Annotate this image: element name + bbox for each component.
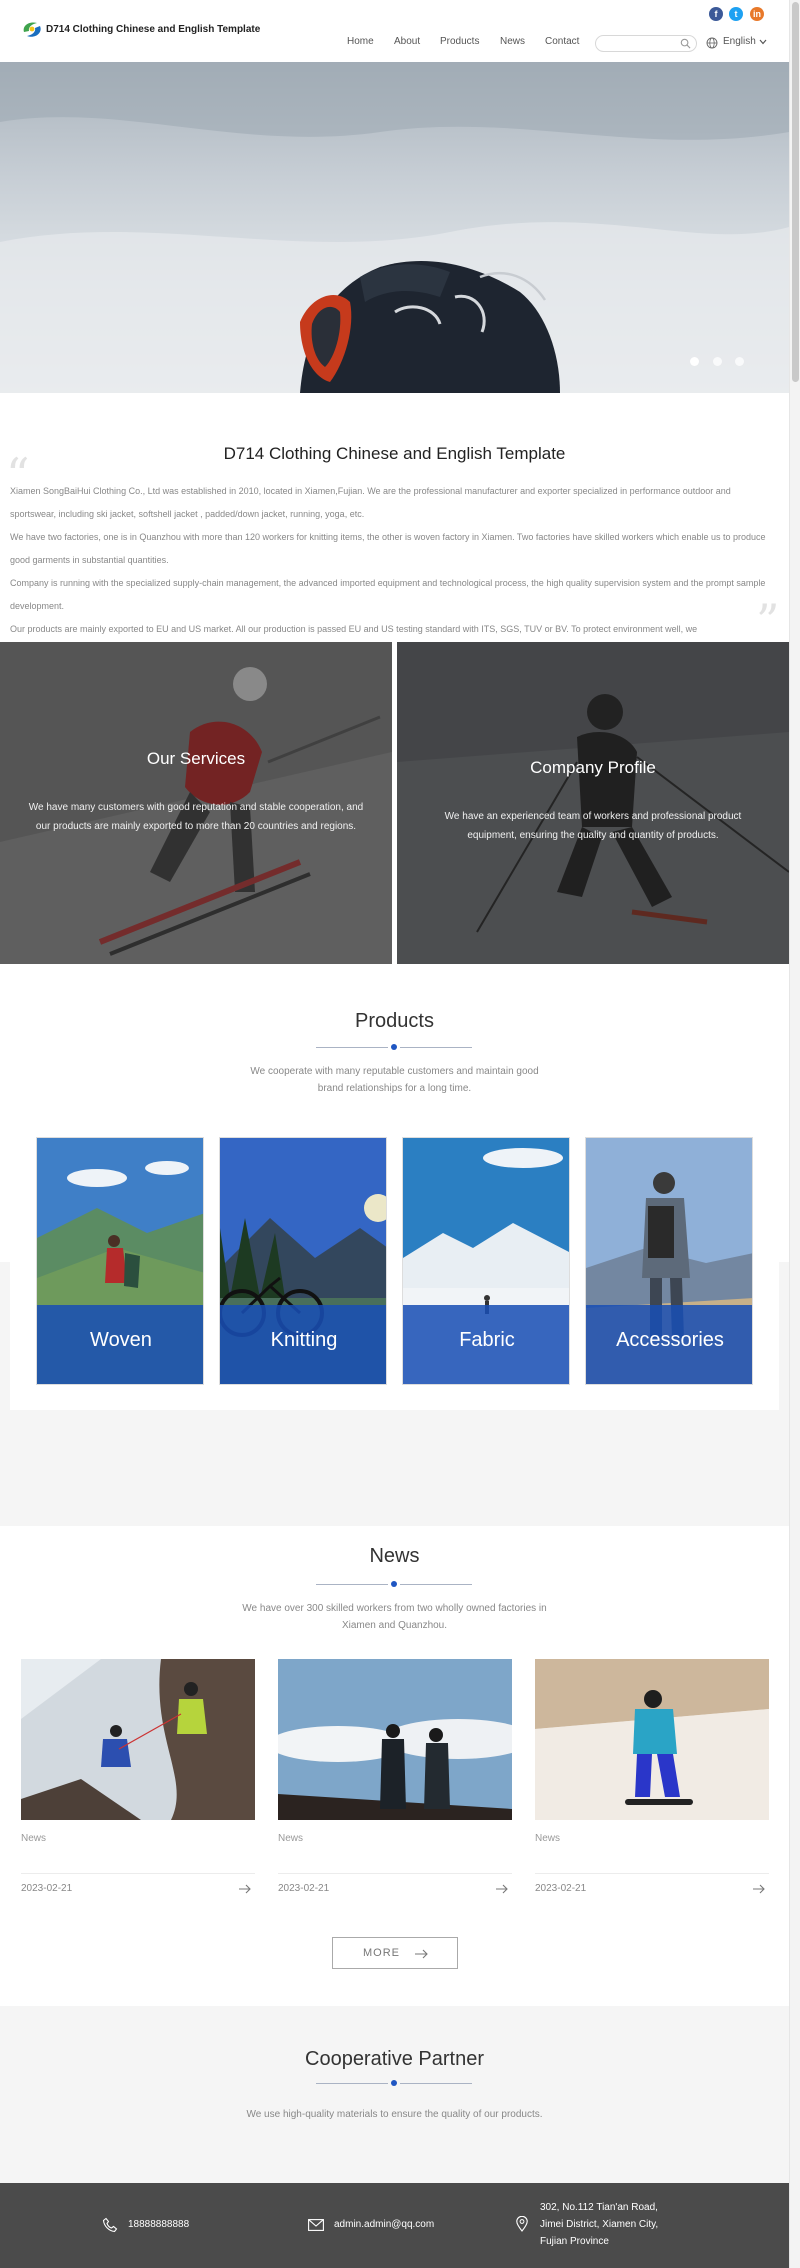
- more-button-label: MORE: [363, 1947, 400, 1959]
- mail-icon: [308, 2219, 324, 2231]
- product-label-woven[interactable]: Woven: [37, 1305, 203, 1384]
- scrollbar-thumb[interactable]: [792, 2, 799, 382]
- company-profile-overlay: [397, 642, 789, 964]
- language-selector[interactable]: English: [723, 36, 756, 47]
- news-date: 2023-02-21: [278, 1883, 330, 1894]
- linkedin-icon[interactable]: in: [750, 7, 764, 21]
- arrow-right-icon[interactable]: [752, 1884, 766, 1894]
- title-divider-dot: [391, 2080, 397, 2086]
- title-divider: [316, 1584, 388, 1585]
- news-image-snowboarder: [535, 1659, 769, 1820]
- nav-home[interactable]: Home: [347, 36, 374, 47]
- site-footer: 18888888888 admin.admin@qq.com 302, No.1…: [0, 2183, 789, 2268]
- brand-name[interactable]: D714 Clothing Chinese and English Templa…: [46, 24, 260, 35]
- arrow-right-icon[interactable]: [495, 1884, 509, 1894]
- nav-contact[interactable]: Contact: [545, 36, 579, 47]
- news-image[interactable]: [278, 1659, 512, 1820]
- close-quote-icon: ”: [756, 594, 780, 648]
- footer-address-line: 302, No.112 Tian'an Road,: [540, 2202, 658, 2213]
- facebook-icon[interactable]: f: [709, 7, 723, 21]
- news-category: News: [278, 1833, 304, 1844]
- nav-news[interactable]: News: [500, 36, 525, 47]
- products-subtitle: We cooperate with many reputable custome…: [250, 1066, 539, 1094]
- brand-logo-icon[interactable]: [20, 18, 44, 40]
- phone-icon: [102, 2217, 118, 2233]
- news-date: 2023-02-21: [21, 1883, 73, 1894]
- partner-subtitle: We use high-quality materials to ensure …: [246, 2109, 543, 2120]
- products-title: Products: [355, 1010, 434, 1032]
- page-scrollbar[interactable]: [789, 0, 800, 2268]
- arrow-right-icon: [415, 1949, 428, 1959]
- slider-dot-3[interactable]: [735, 357, 744, 366]
- news-subtitle: We have over 300 skilled workers from tw…: [242, 1603, 547, 1631]
- hero-image: [0, 62, 789, 393]
- product-card-knitting[interactable]: Knitting: [219, 1137, 387, 1385]
- news-category: News: [535, 1833, 561, 1844]
- intro-title: D714 Clothing Chinese and English Templa…: [223, 444, 566, 463]
- title-divider: [400, 1047, 472, 1048]
- hero-banner[interactable]: [0, 62, 789, 393]
- news-image[interactable]: [535, 1659, 769, 1820]
- arrow-right-icon[interactable]: [238, 1884, 252, 1894]
- nav-about[interactable]: About: [394, 36, 420, 47]
- nav-products[interactable]: Products: [440, 36, 479, 47]
- news-category: News: [21, 1833, 47, 1844]
- product-label-knitting[interactable]: Knitting: [220, 1305, 386, 1384]
- news-image-hikers: [278, 1659, 512, 1820]
- company-profile-title: Company Profile: [530, 758, 656, 777]
- slider-dot-1[interactable]: [690, 357, 699, 366]
- services-panel[interactable]: Our Services We have many customers with…: [0, 642, 392, 964]
- title-divider: [400, 2083, 472, 2084]
- title-divider: [400, 1584, 472, 1585]
- footer-address-line: Fujian Province: [540, 2236, 609, 2247]
- news-divider: [21, 1873, 255, 1874]
- title-divider: [316, 1047, 388, 1048]
- slider-dot-2[interactable]: [713, 357, 722, 366]
- company-profile-panel[interactable]: Company Profile We have an experienced t…: [397, 642, 789, 964]
- footer-address-line: Jimei District, Xiamen City,: [540, 2219, 659, 2230]
- site-header: D714 Clothing Chinese and English Templa…: [0, 0, 789, 62]
- footer-email[interactable]: admin.admin@qq.com: [334, 2216, 434, 2233]
- search-input[interactable]: [595, 35, 697, 52]
- news-image[interactable]: [21, 1659, 255, 1820]
- product-card-woven[interactable]: Woven: [36, 1137, 204, 1385]
- intro-paragraph: Company is running with the specialized …: [10, 578, 766, 611]
- more-button[interactable]: MORE: [332, 1937, 458, 1969]
- partner-title: Cooperative Partner: [305, 2048, 484, 2070]
- news-date: 2023-02-21: [535, 1883, 587, 1894]
- product-label-fabric[interactable]: Fabric: [403, 1305, 569, 1384]
- search-icon[interactable]: [680, 38, 691, 49]
- services-title: Our Services: [146, 749, 246, 768]
- news-title: News: [369, 1545, 420, 1567]
- news-divider: [535, 1873, 769, 1874]
- company-profile-text: We have an experienced team of workers a…: [444, 811, 742, 841]
- news-image-climbers: [21, 1659, 255, 1820]
- title-divider-dot: [391, 1581, 397, 1587]
- twitter-icon[interactable]: t: [729, 7, 743, 21]
- product-label-accessories[interactable]: Accessories: [586, 1305, 752, 1384]
- product-card-fabric[interactable]: Fabric: [402, 1137, 570, 1385]
- product-card-accessories[interactable]: Accessories: [585, 1137, 753, 1385]
- chevron-down-icon[interactable]: [759, 39, 767, 45]
- title-divider: [316, 2083, 388, 2084]
- intro-paragraph: Xiamen SongBaiHui Clothing Co., Ltd was …: [10, 486, 731, 519]
- page: D714 Clothing Chinese and English Templa…: [0, 0, 789, 2268]
- services-text: We have many customers with good reputat…: [28, 802, 364, 832]
- intro-paragraph: Our products are mainly exported to EU a…: [10, 624, 698, 634]
- location-pin-icon: [516, 2216, 528, 2232]
- title-divider-dot: [391, 1044, 397, 1050]
- partner-section: Cooperative Partner We use high-quality …: [0, 2006, 789, 2183]
- intro-paragraph: We have two factories, one is in Quanzho…: [10, 532, 766, 565]
- globe-icon[interactable]: [706, 37, 718, 49]
- footer-phone[interactable]: 18888888888: [128, 2216, 189, 2233]
- news-divider: [278, 1873, 512, 1874]
